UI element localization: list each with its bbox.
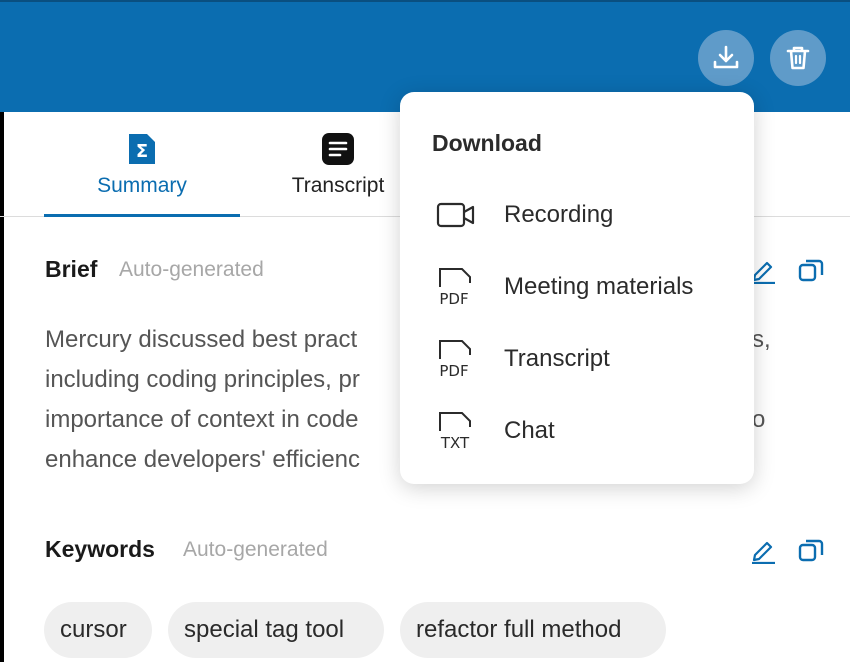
video-camera-icon — [436, 202, 475, 228]
download-meeting-materials-item[interactable]: PDF Meeting materials — [400, 257, 754, 317]
transcript-icon — [322, 133, 354, 165]
svg-text:PDF: PDF — [439, 290, 468, 307]
brief-auto-tag: Auto-generated — [119, 258, 264, 281]
keyword-chip[interactable]: cursor — [44, 602, 152, 658]
keywords-title: Keywords — [45, 536, 155, 562]
tab-summary-label: Summary — [97, 174, 187, 197]
sigma-icon: Σ — [129, 134, 155, 164]
trash-icon — [786, 46, 810, 70]
pdf-file-icon: PDF — [439, 340, 471, 379]
svg-text:Σ: Σ — [136, 141, 148, 162]
download-recording-item[interactable]: Recording — [400, 185, 754, 245]
keyword-chip[interactable]: special tag tool — [168, 602, 384, 658]
download-meeting-materials-label: Meeting materials — [504, 273, 694, 300]
download-button[interactable] — [698, 30, 754, 86]
download-icon — [713, 45, 739, 69]
download-menu-title: Download — [432, 130, 542, 156]
brief-text-tail: s, — [752, 326, 771, 353]
tab-summary[interactable]: Σ Summary — [44, 112, 240, 217]
download-transcript-label: Transcript — [504, 345, 610, 372]
brief-text-tail: o — [752, 406, 766, 433]
keyword-chip[interactable]: refactor full method — [400, 602, 666, 658]
pdf-file-icon: PDF — [439, 268, 471, 307]
download-chat-label: Chat — [504, 417, 555, 444]
download-menu: Download Recording PDF Meeting materials… — [400, 92, 754, 484]
delete-button[interactable] — [770, 30, 826, 86]
edit-icon[interactable] — [749, 536, 777, 564]
active-tab-indicator — [44, 214, 240, 217]
copy-icon[interactable] — [797, 536, 825, 564]
txt-file-icon: TXT — [439, 412, 471, 451]
copy-icon[interactable] — [797, 256, 825, 284]
brief-text-line: importance of context in code — [45, 406, 359, 433]
download-chat-item[interactable]: TXT Chat — [400, 401, 754, 461]
brief-text-line: including coding principles, pr — [45, 366, 360, 393]
svg-text:PDF: PDF — [439, 362, 468, 379]
download-recording-label: Recording — [504, 201, 614, 228]
svg-text:TXT: TXT — [440, 434, 470, 451]
brief-text-line: Mercury discussed best pract — [45, 326, 358, 353]
brief-text-line: enhance developers' efficienc — [45, 446, 361, 473]
brief-title: Brief — [45, 256, 98, 282]
download-transcript-item[interactable]: PDF Transcript — [400, 329, 754, 389]
keywords-auto-tag: Auto-generated — [183, 538, 328, 561]
